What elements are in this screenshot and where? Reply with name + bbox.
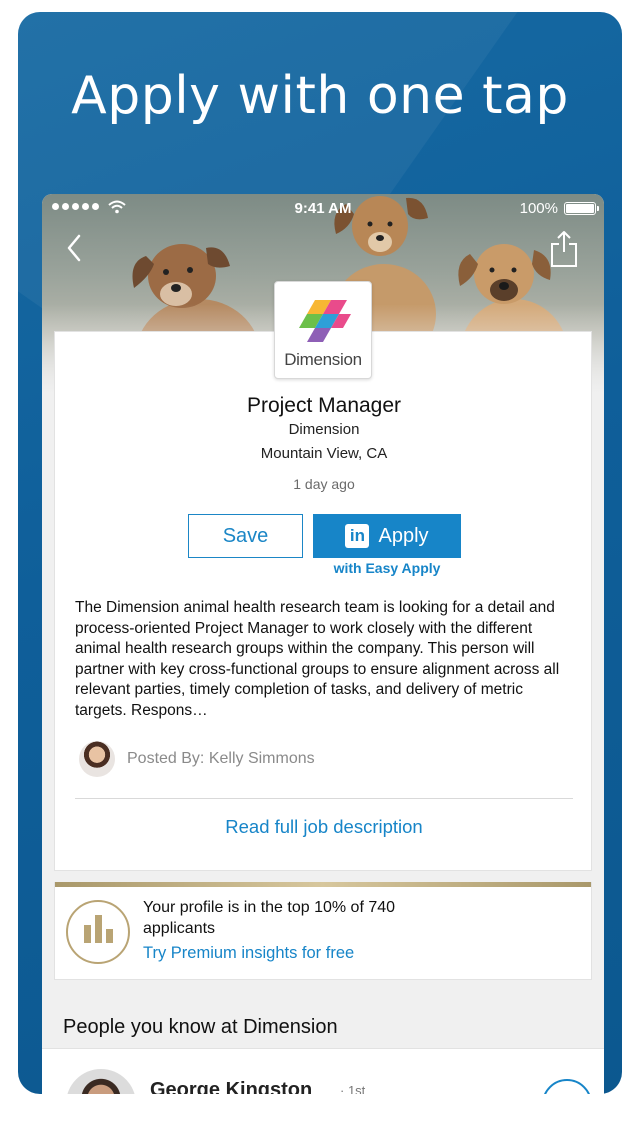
message-icon[interactable]: [542, 1079, 592, 1094]
job-title: Project Manager: [246, 394, 402, 417]
battery-percentage: 100%: [519, 200, 558, 217]
battery-icon: [564, 202, 599, 215]
job-card: Project Manager Dimension Mountain View,…: [54, 331, 592, 871]
job-location: Mountain View, CA: [260, 445, 388, 462]
back-chevron-icon[interactable]: [66, 234, 82, 262]
promo-headline: Apply with one tap: [71, 66, 569, 126]
read-full-description-link[interactable]: Read full job description: [55, 816, 593, 838]
connection-degree: · 1st: [340, 1083, 366, 1094]
save-button[interactable]: Save: [188, 514, 303, 558]
divider: [75, 798, 573, 799]
poster-avatar: [79, 741, 115, 777]
company-logo: Dimension: [274, 281, 372, 379]
status-bar: 9:41 AM 100%: [42, 194, 604, 222]
company-logo-text: Dimension: [284, 350, 362, 369]
phone-screen: 9:41 AM 100% Project Manager Dimension M…: [42, 194, 604, 1094]
premium-chart-icon: [66, 900, 130, 964]
share-icon[interactable]: [550, 230, 578, 268]
list-item[interactable]: George Kingston · 1st: [42, 1048, 604, 1094]
person-name: George Kingston: [150, 1079, 313, 1094]
linkedin-icon: in: [345, 524, 370, 548]
apply-button-label: Apply: [378, 524, 429, 547]
posted-by[interactable]: Posted By: Kelly Simmons: [79, 741, 315, 777]
premium-accent-bar: [55, 882, 591, 887]
easy-apply-caption: with Easy Apply: [333, 560, 441, 576]
apply-button[interactable]: in Apply: [313, 514, 461, 558]
poster-name: Posted By: Kelly Simmons: [127, 750, 315, 767]
dimension-logo-icon: [299, 300, 351, 342]
company-name[interactable]: Dimension: [55, 421, 593, 438]
people-you-know-heading: People you know at Dimension: [63, 1016, 338, 1038]
premium-insight-text: Your profile is in the top 10% of 740 ap…: [143, 899, 396, 937]
avatar: [66, 1069, 136, 1094]
premium-insights-link[interactable]: Try Premium insights for free: [143, 944, 354, 963]
job-description: The Dimension animal health research tea…: [75, 599, 560, 719]
premium-insights-card[interactable]: Your profile is in the top 10% of 740 ap…: [54, 882, 592, 980]
posted-time: 1 day ago: [293, 476, 355, 492]
